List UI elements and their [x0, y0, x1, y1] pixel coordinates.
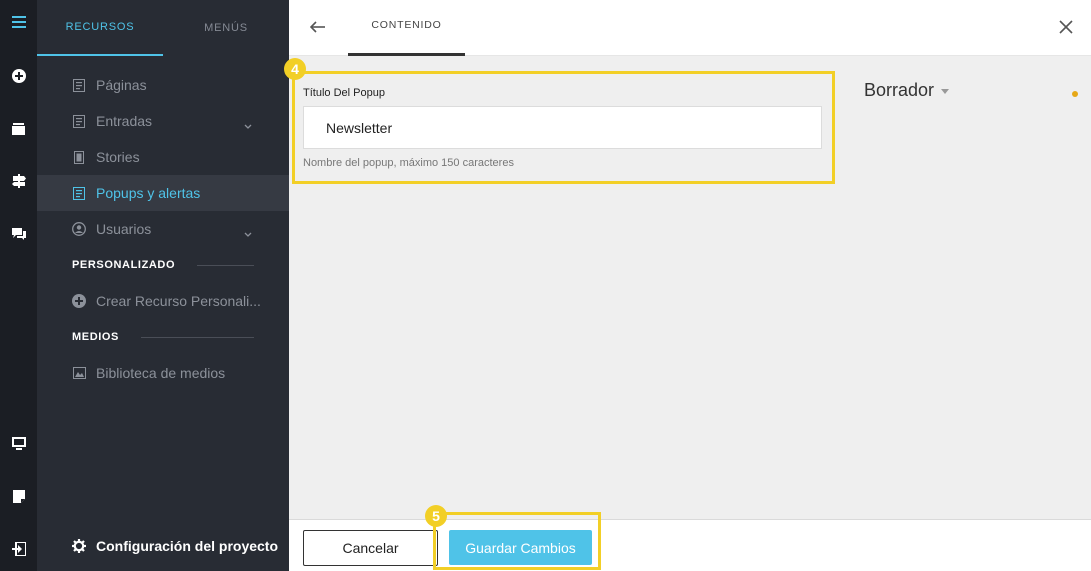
highlight-box-field	[292, 71, 835, 184]
page-icon	[72, 78, 86, 92]
section-personalizado: PERSONALIZADO	[72, 256, 254, 274]
sidebar-item-label: Usuarios	[96, 221, 152, 237]
sidebar-tabs: RECURSOS MENÚS	[37, 0, 289, 56]
back-arrow-icon[interactable]	[307, 16, 329, 38]
signpost-icon[interactable]	[0, 169, 37, 193]
story-icon	[72, 150, 86, 164]
sidebar-item-label: Crear Recurso Personali...	[96, 293, 261, 309]
highlight-box-save	[433, 512, 601, 570]
settings-label: Configuración del proyecto	[96, 537, 279, 554]
tab-contenido[interactable]: CONTENIDO	[348, 0, 465, 56]
add-circle-icon	[72, 294, 86, 308]
sidebar-item-label: Páginas	[96, 77, 147, 93]
note-icon[interactable]	[0, 484, 37, 508]
hamburger-menu-icon[interactable]	[0, 10, 37, 34]
editor-topbar: CONTENIDO	[289, 0, 1091, 56]
page-icon	[72, 186, 86, 200]
sidebar-item-label: Popups y alertas	[96, 185, 201, 201]
gear-icon	[72, 538, 86, 553]
status-dropdown[interactable]: Borrador	[864, 80, 950, 101]
sidebar-item-popups[interactable]: Popups y alertas	[37, 175, 289, 211]
tab-recursos[interactable]: RECURSOS	[37, 0, 163, 56]
sidebar-item-label: Biblioteca de medios	[96, 365, 226, 381]
logout-icon[interactable]	[0, 537, 37, 561]
step-badge-4: 4	[284, 58, 306, 80]
sidebar-item-biblioteca[interactable]: Biblioteca de medios	[37, 355, 289, 391]
archive-icon[interactable]	[0, 117, 37, 141]
chevron-down-icon[interactable]	[244, 225, 252, 241]
project-settings-button[interactable]: Configuración del proyecto	[37, 520, 289, 571]
status-label: Borrador	[864, 80, 935, 100]
status-dot	[1072, 91, 1078, 97]
sidebar-item-usuarios[interactable]: Usuarios	[37, 211, 289, 247]
section-title: PERSONALIZADO	[72, 259, 176, 271]
image-icon	[72, 366, 86, 380]
sidebar-item-crear-recurso[interactable]: Crear Recurso Personali...	[37, 283, 289, 319]
section-title: MEDIOS	[72, 331, 119, 343]
divider	[197, 264, 254, 266]
divider	[141, 336, 254, 338]
tab-menus[interactable]: MENÚS	[163, 0, 289, 56]
section-medios: MEDIOS	[72, 328, 254, 346]
cancel-button[interactable]: Cancelar	[303, 530, 438, 566]
sidebar-item-stories[interactable]: Stories	[37, 139, 289, 175]
user-icon	[72, 222, 86, 236]
monitor-icon[interactable]	[0, 431, 37, 455]
step-badge-5: 5	[425, 505, 447, 527]
sidebar-item-label: Entradas	[96, 113, 153, 129]
caret-down-icon	[941, 89, 950, 94]
chevron-down-icon[interactable]	[244, 117, 252, 133]
sidebar-item-entradas[interactable]: Entradas	[37, 103, 289, 139]
page-icon	[72, 114, 86, 128]
chat-icon[interactable]	[0, 222, 37, 246]
add-circle-icon[interactable]	[0, 64, 37, 88]
sidebar-item-label: Stories	[96, 149, 140, 165]
sidebar-item-paginas[interactable]: Páginas	[37, 67, 289, 103]
close-icon[interactable]	[1055, 16, 1077, 38]
sidebar: RECURSOS MENÚS Páginas Entradas Stories …	[37, 0, 289, 571]
icon-rail	[0, 0, 37, 571]
